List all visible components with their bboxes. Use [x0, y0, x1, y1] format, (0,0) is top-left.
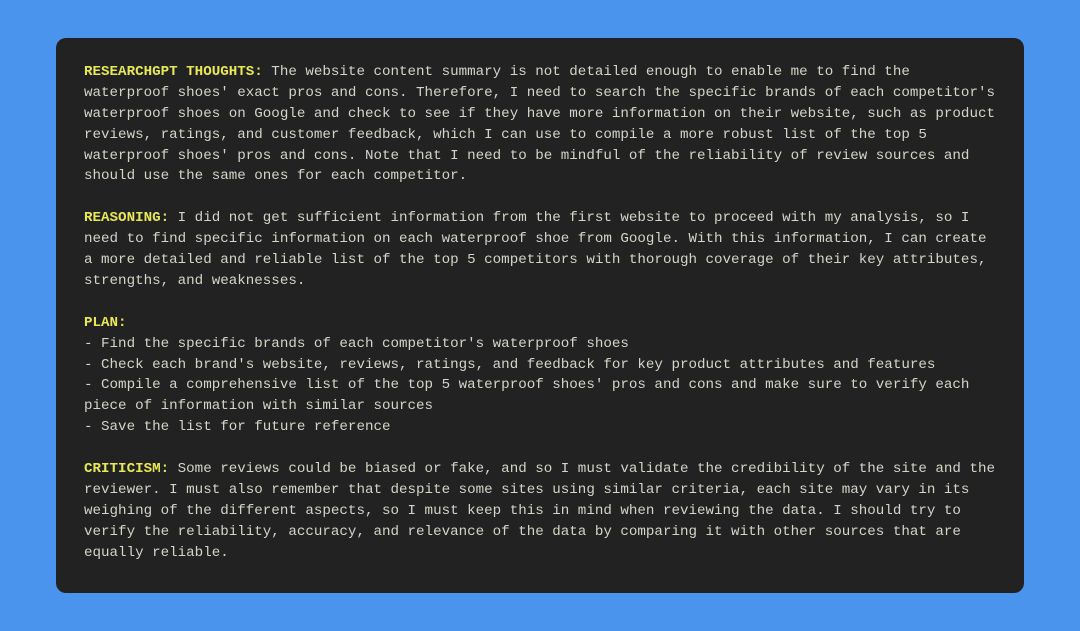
plan-item: - Save the list for future reference: [84, 417, 996, 438]
plan-label: PLAN:: [84, 315, 127, 331]
plan-section: PLAN: - Find the specific brands of each…: [84, 313, 996, 438]
thoughts-label: RESEARCHGPT THOUGHTS:: [84, 64, 263, 80]
criticism-section: CRITICISM: Some reviews could be biased …: [84, 459, 996, 563]
criticism-label: CRITICISM:: [84, 461, 169, 477]
reasoning-section: REASONING: I did not get sufficient info…: [84, 208, 996, 292]
terminal-output: RESEARCHGPT THOUGHTS: The website conten…: [56, 38, 1024, 593]
plan-item: - Compile a comprehensive list of the to…: [84, 375, 996, 417]
thoughts-text: The website content summary is not detai…: [84, 64, 995, 184]
criticism-text: Some reviews could be biased or fake, an…: [84, 461, 995, 561]
plan-item: - Check each brand's website, reviews, r…: [84, 355, 996, 376]
plan-item: - Find the specific brands of each compe…: [84, 334, 996, 355]
reasoning-label: REASONING:: [84, 210, 169, 226]
thoughts-section: RESEARCHGPT THOUGHTS: The website conten…: [84, 62, 996, 187]
reasoning-text: I did not get sufficient information fro…: [84, 210, 986, 289]
